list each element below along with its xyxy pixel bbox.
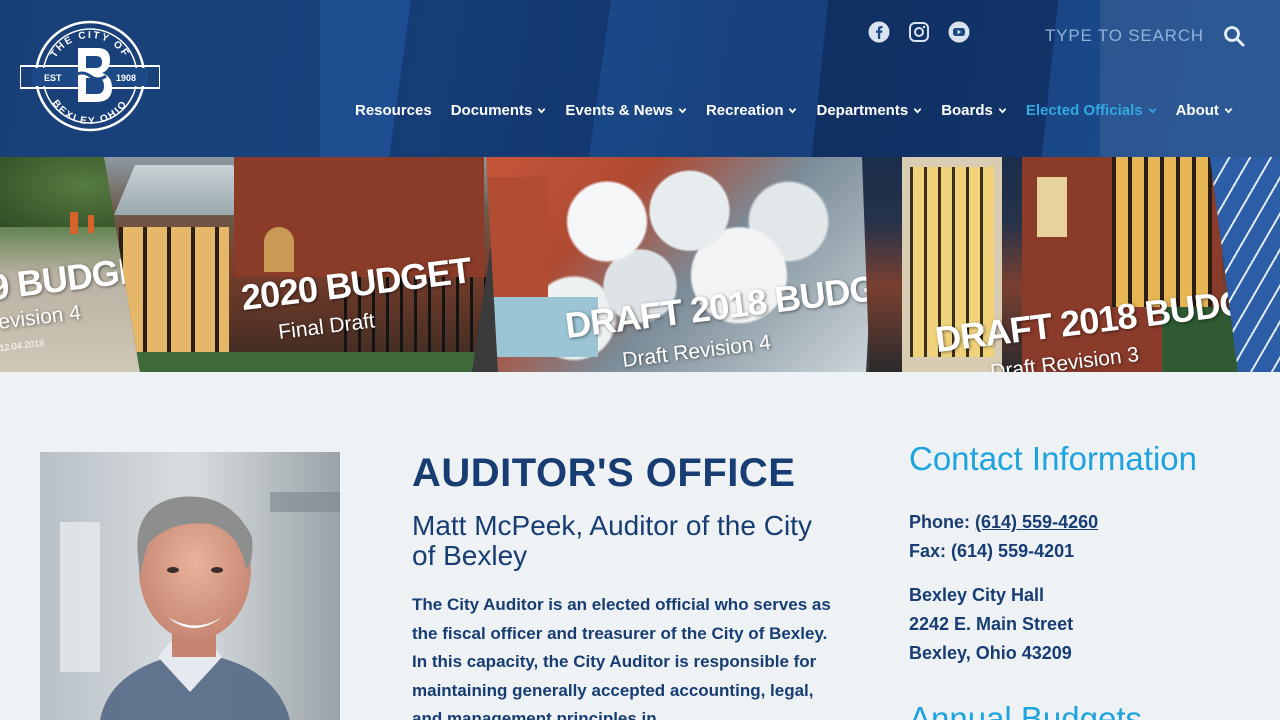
carousel-slide[interactable]: DRAFT 2018 BUDGET Draft Revision 4 — [486, 157, 878, 372]
nav-label: About — [1175, 101, 1219, 119]
page-subtitle: Matt McPeek, Auditor of the City of Bexl… — [412, 510, 812, 571]
phone-label: Phone: — [909, 512, 970, 532]
instagram-icon[interactable] — [908, 21, 930, 43]
city-seal-icon: THE CITY OF BEXLEY OHIO EST 1908 — [19, 20, 161, 132]
contact-heading: Contact Information — [909, 440, 1197, 477]
logo-year: 1908 — [116, 73, 136, 83]
address-line1: 2242 E. Main Street — [909, 614, 1074, 634]
phone-link[interactable]: (614) 559-4260 — [975, 512, 1098, 532]
page-title: AUDITOR'S OFFICE — [412, 451, 796, 495]
nav-label: Resources — [355, 101, 432, 119]
nav-label: Recreation — [705, 101, 784, 119]
carousel-slide[interactable]: DRAFT 2018 BUDGET Draft Revision 3 — [862, 157, 1242, 372]
site-search[interactable]: TYPE TO SEARCH — [1045, 24, 1245, 48]
chevron-down-icon — [678, 107, 687, 113]
fax-label: Fax: — [909, 541, 947, 561]
address-name: Bexley City Hall — [909, 585, 1045, 605]
main-content: AUDITOR'S OFFICE Matt McPeek, Auditor of… — [412, 452, 842, 720]
address-line2: Bexley, Ohio 43209 — [909, 643, 1072, 663]
chevron-down-icon — [998, 107, 1007, 113]
auditor-portrait-image — [40, 452, 340, 720]
nav-elected-officials[interactable]: Elected Officials — [1026, 99, 1157, 121]
phone-line: Phone: (614) 559-4260 — [909, 508, 1249, 537]
nav-departments[interactable]: Departments — [816, 99, 922, 121]
budget-carousel[interactable]: 9 BUDGET evision 4 12.04.2018 2020 BUDGE… — [0, 157, 1280, 372]
fax-value: (614) 559-4201 — [951, 541, 1075, 561]
slide-title: 9 BUDGET — [0, 246, 140, 309]
logo-est: EST — [44, 73, 62, 83]
chevron-down-icon — [1224, 107, 1233, 113]
chevron-down-icon — [538, 107, 546, 113]
auditor-photo — [40, 452, 340, 720]
chevron-down-icon — [1148, 107, 1156, 113]
nav-recreation[interactable]: Recreation — [706, 99, 798, 121]
main-nav: Resources Documents Events & News Recrea… — [355, 99, 1252, 121]
annual-budgets-heading[interactable]: Annual Budgets — [909, 700, 1249, 720]
nav-events-news[interactable]: Events & News — [565, 99, 687, 121]
address-block: Bexley City Hall 2242 E. Main Street Bex… — [909, 581, 1249, 668]
search-icon[interactable] — [1223, 25, 1245, 47]
contact-sidebar: Contact Information Phone: (614) 559-426… — [909, 440, 1249, 720]
site-header: THE CITY OF BEXLEY OHIO EST 1908 TYPE TO… — [0, 0, 1280, 157]
phone-fax-block: Phone: (614) 559-4260 Fax: (614) 559-420… — [909, 508, 1249, 566]
header-background — [388, 0, 612, 157]
nav-documents[interactable]: Documents — [451, 99, 547, 121]
chevron-down-icon — [913, 107, 922, 113]
social-links — [868, 21, 970, 43]
nav-boards[interactable]: Boards — [941, 99, 1007, 121]
search-placeholder[interactable]: TYPE TO SEARCH — [1045, 26, 1204, 46]
facebook-icon[interactable] — [868, 21, 890, 43]
intro-paragraph: The City Auditor is an elected official … — [412, 595, 831, 720]
city-logo[interactable]: THE CITY OF BEXLEY OHIO EST 1908 — [19, 20, 161, 132]
youtube-icon[interactable] — [948, 21, 970, 43]
slide-date: 12.04.2018 — [0, 337, 45, 353]
nav-label: Events & News — [565, 101, 673, 119]
carousel-slide[interactable]: 2020 BUDGET Final Draft — [104, 157, 504, 372]
chevron-down-icon — [789, 107, 797, 113]
fax-line: Fax: (614) 559-4201 — [909, 537, 1249, 566]
nav-label: Elected Officials — [1025, 101, 1143, 119]
nav-label: Documents — [450, 101, 533, 119]
nav-label: Boards — [941, 101, 993, 119]
nav-about[interactable]: About — [1176, 99, 1233, 121]
nav-resources[interactable]: Resources — [355, 99, 432, 121]
nav-label: Departments — [816, 101, 909, 119]
